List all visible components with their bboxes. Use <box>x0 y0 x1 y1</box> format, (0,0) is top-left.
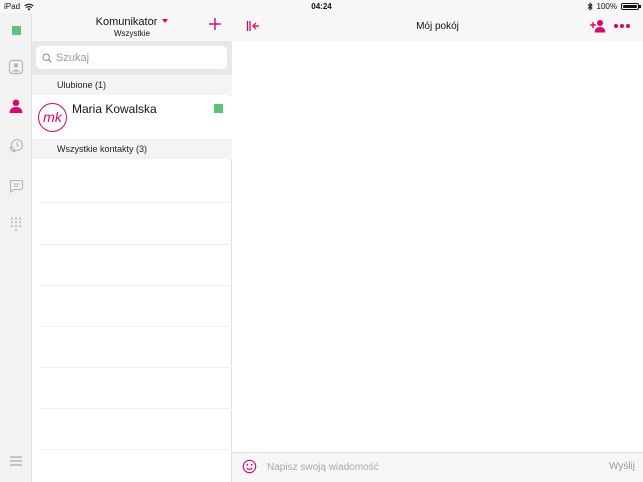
add-person-icon <box>590 20 606 33</box>
hamburger-icon <box>10 456 22 466</box>
search-icon <box>42 52 52 63</box>
list-divider <box>40 449 232 450</box>
add-contact-button[interactable] <box>208 17 222 31</box>
list-divider <box>40 367 232 368</box>
caret-down-icon <box>162 19 169 23</box>
search-input[interactable] <box>56 51 216 64</box>
battery-percent: 100% <box>596 2 617 11</box>
rail-item-contacts[interactable] <box>6 96 26 116</box>
list-divider <box>40 202 232 203</box>
status-time: 04:24 <box>311 2 332 11</box>
rail-item-call-history[interactable] <box>6 136 26 156</box>
green-square-icon <box>11 25 21 35</box>
chat-panel: Mój pokój Wyślij <box>232 13 643 482</box>
rail-item-profile[interactable] <box>6 57 26 77</box>
plus-icon <box>209 18 221 30</box>
more-dots-icon <box>614 24 630 28</box>
navigation-rail <box>0 13 32 482</box>
battery-icon <box>621 3 641 10</box>
person-icon <box>9 99 23 113</box>
send-button[interactable]: Wyślij <box>609 461 635 472</box>
emoji-button[interactable] <box>242 459 257 474</box>
list-divider <box>40 326 232 327</box>
presence-indicator <box>214 104 223 113</box>
status-bar: iPad 04:24 100% <box>0 0 643 13</box>
contacts-panel: Komunikator Wszystkie Ulubione (1) mk Ma… <box>32 13 232 482</box>
add-participant-button[interactable] <box>589 19 607 33</box>
search-field[interactable] <box>36 46 227 69</box>
menu-button[interactable] <box>6 451 26 471</box>
rail-item-dialpad[interactable] <box>6 214 26 234</box>
search-bar <box>32 41 232 75</box>
list-divider <box>40 244 232 245</box>
all-contacts-section-header[interactable]: Wszystkie kontakty (3) <box>32 139 232 159</box>
list-divider <box>40 285 232 286</box>
bluetooth-icon <box>587 2 593 11</box>
contacts-panel-header: Komunikator Wszystkie <box>32 13 232 41</box>
favorites-section-header: Ulubione (1) <box>32 75 232 95</box>
dialpad-icon <box>11 217 21 231</box>
chat-header: Mój pokój <box>232 13 643 41</box>
chat-bubble-icon <box>9 179 24 194</box>
list-divider <box>40 408 232 409</box>
panel-title: Komunikator <box>95 16 158 28</box>
contact-list-item[interactable]: mk Maria Kowalska <box>32 96 232 139</box>
more-options-button[interactable] <box>613 20 631 32</box>
rail-item-chats[interactable] <box>6 176 26 196</box>
message-composer: Wyślij <box>232 452 643 482</box>
message-input[interactable] <box>267 459 587 475</box>
panel-subtitle: Wszystkie <box>114 29 150 38</box>
presence-status-button[interactable] <box>6 20 26 40</box>
profile-card-icon <box>8 59 24 75</box>
contact-name: Maria Kowalska <box>72 102 157 116</box>
clock-phone-icon <box>9 138 24 153</box>
avatar: mk <box>38 103 67 132</box>
chat-title: Mój pokój <box>416 21 459 32</box>
smiley-icon <box>242 459 257 474</box>
filter-dropdown[interactable]: Komunikator <box>32 16 232 28</box>
